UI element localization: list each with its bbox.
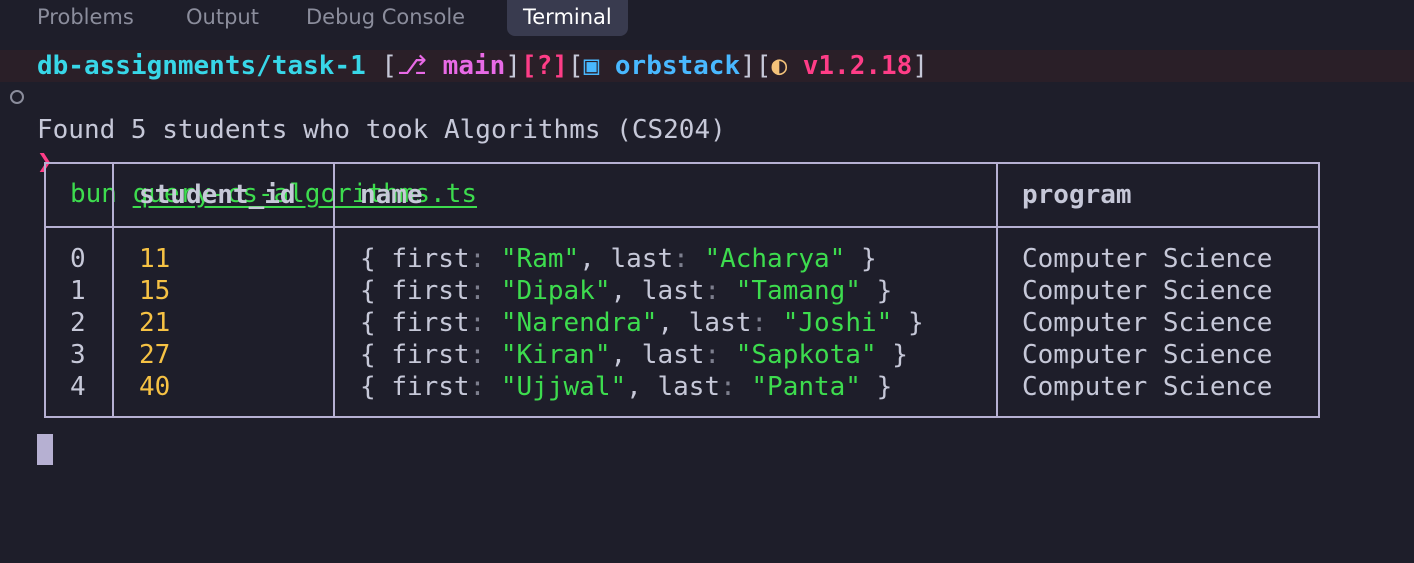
name-cell: { first: "Ram", last: "Acharya" } — [360, 244, 877, 274]
first-name-value: "Dipak" — [500, 276, 611, 306]
last-name-value: "Panta" — [751, 372, 861, 402]
first-name-value: "Narendra" — [500, 308, 658, 338]
table-row: 0 11 { first: "Ram", last: "Acharya" } C… — [46, 243, 1318, 275]
row-index: 3 — [70, 340, 86, 370]
terminal-cursor[interactable] — [37, 434, 53, 465]
first-name-value: "Ujjwal" — [500, 372, 627, 402]
prompt-context: orbstack — [614, 51, 741, 81]
first-name-value: "Kiran" — [500, 340, 611, 370]
prompt-directory: db-assignments/task-1 — [37, 51, 366, 81]
program-cell: Computer Science — [1022, 308, 1273, 338]
table-header-program: program — [1022, 180, 1132, 210]
first-name-value: "Ram" — [500, 244, 580, 274]
student-id-cell: 40 — [139, 372, 171, 402]
command-decoration-circle-icon[interactable] — [10, 90, 24, 104]
git-branch-icon: ⎇ — [397, 51, 428, 81]
program-cell: Computer Science — [1022, 340, 1273, 370]
command-line: ❯ bun query-cs-algorithms.ts — [0, 82, 1414, 209]
panel-tab-bar: Problems Output Debug Console Terminal — [0, 0, 1414, 36]
result-table: student_id name program 0 11 { first: "R… — [44, 162, 1320, 418]
table-header-name: name — [360, 180, 423, 210]
row-index: 4 — [70, 372, 86, 402]
student-id-cell: 27 — [139, 340, 171, 370]
name-cell: { first: "Dipak", last: "Tamang" } — [360, 276, 893, 306]
table-header-student-id: student_id — [139, 180, 296, 210]
prompt-runtime-version: v1.2.18 — [802, 51, 913, 81]
last-name-value: "Acharya" — [704, 244, 846, 274]
row-index: 2 — [70, 308, 86, 338]
name-cell: { first: "Kiran", last: "Sapkota" } — [360, 340, 908, 370]
table-row: 1 15 { first: "Dipak", last: "Tamang" } … — [46, 275, 1318, 307]
student-id-cell: 21 — [139, 308, 171, 338]
tab-terminal[interactable]: Terminal — [507, 0, 628, 36]
tab-output[interactable]: Output — [186, 0, 259, 36]
tab-problems[interactable]: Problems — [37, 0, 134, 36]
last-name-value: "Joshi" — [782, 308, 893, 338]
table-header-divider — [46, 226, 1318, 228]
program-cell: Computer Science — [1022, 244, 1273, 274]
table-row: 4 40 { first: "Ujjwal", last: "Panta" } … — [46, 371, 1318, 403]
row-index: 0 — [70, 244, 86, 274]
docker-context-icon: ▣ — [583, 51, 600, 81]
tab-debug-console[interactable]: Debug Console — [306, 0, 465, 36]
output-message: Found 5 students who took Algorithms (CS… — [37, 115, 726, 145]
program-cell: Computer Science — [1022, 372, 1273, 402]
name-cell: { first: "Ujjwal", last: "Panta" } — [360, 372, 893, 402]
student-id-cell: 11 — [139, 244, 171, 274]
name-cell: { first: "Narendra", last: "Joshi" } — [360, 308, 924, 338]
prompt-git-status: [?] — [520, 51, 568, 81]
shell-prompt: db-assignments/task-1 [⎇ main][?][▣ orbs… — [0, 50, 1414, 82]
table-row: 2 21 { first: "Narendra", last: "Joshi" … — [46, 307, 1318, 339]
student-id-cell: 15 — [139, 276, 171, 306]
bun-icon: ◐ — [771, 51, 788, 81]
row-index: 1 — [70, 276, 86, 306]
last-name-value: "Tamang" — [735, 276, 861, 306]
table-row: 3 27 { first: "Kiran", last: "Sapkota" }… — [46, 339, 1318, 371]
program-cell: Computer Science — [1022, 276, 1273, 306]
last-name-value: "Sapkota" — [735, 340, 877, 370]
prompt-branch: main — [442, 51, 506, 81]
